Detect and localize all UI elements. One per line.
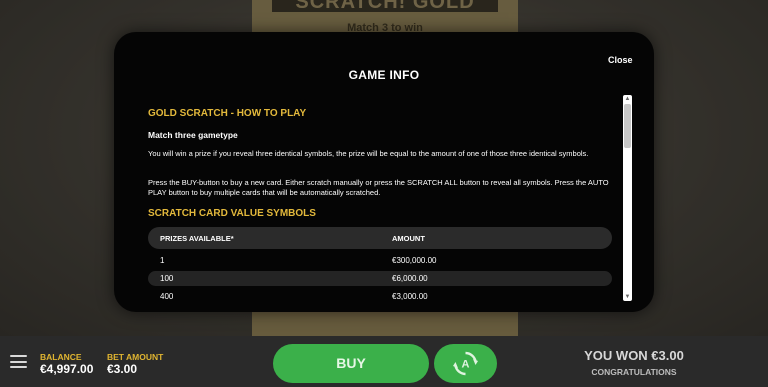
congratulations-text: CONGRATULATIONS <box>591 367 677 377</box>
autoplay-icon: A <box>453 351 478 376</box>
game-info-modal: GAME INFO Close GOLD SCRATCH - HOW TO PL… <box>114 32 654 312</box>
balance-value: €4,997.00 <box>40 362 94 376</box>
close-button[interactable]: Close <box>608 55 633 65</box>
table-row: 100 €6,000.00 <box>148 271 612 286</box>
balance-label: BALANCE <box>40 352 82 362</box>
win-amount: YOU WON €3.00 <box>584 348 684 363</box>
row-prizes: 400 <box>160 292 174 301</box>
hamburger-menu-icon[interactable] <box>10 355 27 368</box>
row-prizes: 100 <box>160 274 174 283</box>
modal-title: GAME INFO <box>348 68 420 82</box>
buy-button[interactable]: BUY <box>273 344 429 383</box>
table-row: 400 €3,000.00 <box>148 289 612 302</box>
header-amount: AMOUNT <box>392 234 425 243</box>
svg-text:A: A <box>462 359 470 371</box>
header-prizes: PRIZES AVAILABLE* <box>160 234 234 243</box>
row-prizes: 1 <box>160 256 165 265</box>
scroll-up-arrow-icon[interactable]: ▲ <box>623 95 632 103</box>
bet-amount-label: BET AMOUNT <box>107 352 164 362</box>
rules-paragraph-2: Press the BUY-button to buy a new card. … <box>148 178 609 197</box>
scroll-thumb[interactable] <box>624 104 631 148</box>
table-header: PRIZES AVAILABLE* AMOUNT <box>148 227 612 249</box>
modal-scrollbar[interactable]: ▲ ▼ <box>623 95 632 301</box>
value-symbols-heading: SCRATCH CARD VALUE SYMBOLS <box>148 208 316 219</box>
row-amount: €300,000.00 <box>392 256 437 265</box>
scroll-down-arrow-icon[interactable]: ▼ <box>623 293 632 301</box>
autoplay-button[interactable]: A <box>434 344 497 383</box>
table-row: 1 €300,000.00 <box>148 253 612 268</box>
gametype-label: Match three gametype <box>148 130 238 140</box>
how-to-play-heading: GOLD SCRATCH - HOW TO PLAY <box>148 108 307 119</box>
row-amount: €3,000.00 <box>392 292 428 301</box>
rules-paragraph-1: You will win a prize if you reveal three… <box>148 149 589 158</box>
modal-content: GOLD SCRATCH - HOW TO PLAY Match three g… <box>148 106 612 302</box>
bet-amount-value[interactable]: €3.00 <box>107 362 137 376</box>
row-amount: €6,000.00 <box>392 274 428 283</box>
